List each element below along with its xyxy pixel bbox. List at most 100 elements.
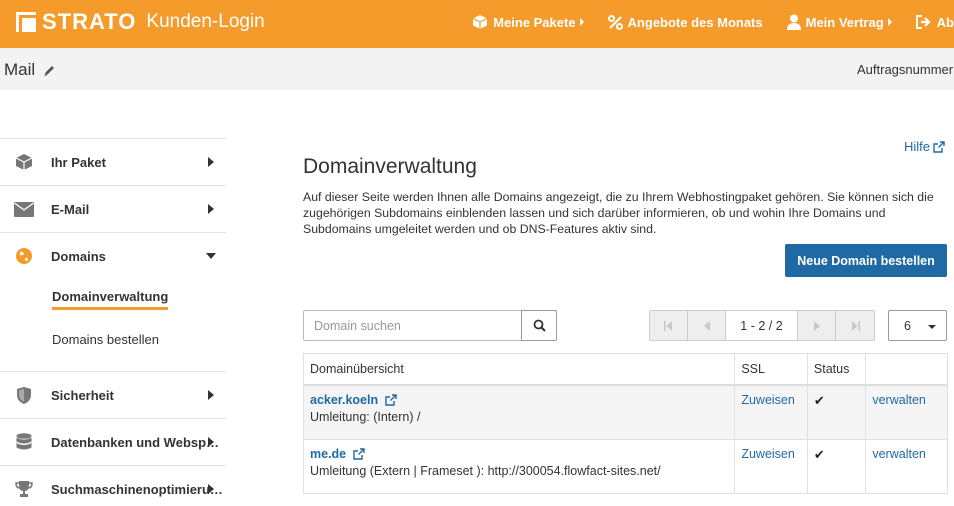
nav-meine-pakete[interactable]: Meine Pakete — [472, 14, 584, 30]
table-row: acker.koeln Umleitung: (Intern) / Zuweis… — [302, 384, 948, 440]
sidebar-item-ihr-paket[interactable]: Ihr Paket — [0, 138, 226, 185]
ssl-assign-link[interactable]: Zuweisen — [741, 393, 795, 407]
next-page-button[interactable] — [798, 311, 836, 340]
nav-abmelden[interactable]: Ab — [915, 14, 954, 30]
last-page-icon — [851, 320, 860, 331]
domain-link[interactable]: me.de — [310, 447, 728, 461]
shield-icon — [14, 385, 34, 405]
chevron-right-icon — [208, 157, 214, 167]
sidebar-subitem-domains-bestellen[interactable]: Domains bestellen — [0, 319, 226, 359]
check-icon: ✔ — [813, 446, 825, 462]
ssl-cell: Zuweisen — [734, 384, 808, 440]
help-link[interactable]: Hilfe — [904, 139, 945, 154]
table-header-row: Domainübersicht SSL Status — [302, 353, 948, 386]
table-row: me.de Umleitung (Extern | Frameset ): ht… — [302, 438, 948, 494]
ssl-cell: Zuweisen — [734, 438, 808, 494]
trophy-icon — [14, 479, 34, 499]
sidebar-item-domains[interactable]: Domains — [0, 232, 226, 279]
column-header-action — [865, 353, 948, 386]
package-name: Mail — [4, 60, 36, 79]
action-cell: verwalten — [865, 438, 948, 494]
sub-header: Mail Auftragsnummer 4 — [0, 48, 954, 90]
pencil-icon[interactable] — [43, 64, 56, 77]
domain-cell: me.de Umleitung (Extern | Frameset ): ht… — [302, 438, 736, 494]
redirect-info: Umleitung (Extern | Frameset ): http://3… — [310, 463, 661, 478]
page-size-value: 6 — [904, 318, 911, 333]
status-cell: ✔ — [806, 384, 867, 440]
redirect-info: Umleitung: (Intern) / — [310, 410, 421, 424]
domain-name: me.de — [310, 446, 347, 461]
external-link-icon — [385, 394, 397, 406]
manage-link[interactable]: verwalten — [872, 393, 926, 407]
search-button[interactable] — [521, 310, 557, 341]
chevron-down-icon — [206, 253, 216, 259]
domain-name: acker.koeln — [310, 393, 379, 407]
sidebar-subitem-domainverwaltung[interactable]: Domainverwaltung — [0, 279, 226, 319]
chevron-right-icon — [208, 390, 214, 400]
sidebar-item-label: Domains — [51, 248, 106, 264]
domains-submenu: Domainverwaltung Domains bestellen — [0, 279, 226, 371]
chevron-down-icon — [928, 325, 936, 329]
top-nav: Meine Pakete Angebote des Monats Mein Ve… — [448, 14, 954, 30]
intro-text: Auf dieser Seite werden Ihnen alle Domai… — [303, 190, 934, 236]
sidebar-item-sicherheit[interactable]: Sicherheit — [0, 371, 226, 418]
package-icon — [14, 152, 34, 172]
prev-page-icon — [703, 320, 710, 331]
subitem-label: Domains bestellen — [52, 331, 159, 347]
nav-label: Angebote des Monats — [627, 14, 763, 30]
pagination: 1 - 2 / 2 — [649, 310, 875, 341]
domain-search-input[interactable]: Domain suchen — [303, 310, 522, 341]
app-title: Kunden-Login — [146, 11, 265, 32]
user-icon — [786, 14, 801, 30]
sidebar-item-label: Sicherheit — [51, 387, 114, 403]
sidebar-item-datenbanken[interactable]: Datenbanken und Websp… — [0, 418, 226, 465]
page-range-label: 1 - 2 / 2 — [726, 311, 798, 340]
logo-text: STRATO — [42, 9, 137, 34]
strato-logo[interactable]: STRATO Kunden-Login — [16, 9, 265, 35]
nav-label: Ab — [936, 14, 954, 30]
chevron-right-icon — [208, 204, 214, 214]
ssl-assign-link[interactable]: Zuweisen — [741, 447, 795, 461]
domain-cell: acker.koeln Umleitung: (Intern) / — [302, 384, 736, 440]
status-cell: ✔ — [806, 438, 867, 494]
first-page-button[interactable] — [650, 311, 688, 340]
chevron-right-icon — [208, 437, 214, 447]
prev-page-button[interactable] — [688, 311, 726, 340]
manage-link[interactable]: verwalten — [872, 447, 926, 461]
percent-icon — [607, 14, 623, 30]
column-header-status: Status — [806, 353, 867, 386]
envelope-icon — [14, 199, 34, 219]
chevron-right-icon — [208, 484, 214, 494]
help-label: Hilfe — [904, 139, 931, 154]
order-domain-button[interactable]: Neue Domain bestellen — [785, 244, 947, 277]
top-bar: STRATO Kunden-Login Meine Pakete Angebot… — [0, 0, 954, 48]
page-size-select[interactable]: 6 — [888, 310, 947, 341]
database-icon — [14, 432, 34, 452]
package-title: Mail — [4, 60, 56, 80]
external-link-icon — [353, 447, 365, 460]
strato-logo-icon — [16, 12, 36, 32]
sidebar-item-seo[interactable]: Suchmaschinenoptimieru… — [0, 465, 226, 506]
next-page-icon — [813, 320, 820, 331]
action-cell: verwalten — [865, 384, 948, 440]
column-header-domain: Domainübersicht — [302, 353, 736, 386]
chevron-right-icon — [579, 18, 584, 26]
check-icon: ✔ — [813, 393, 825, 408]
sidebar-item-email[interactable]: E-Mail — [0, 185, 226, 232]
domain-table: Domainübersicht SSL Status acker.koeln U… — [302, 353, 948, 494]
nav-mein-vertrag[interactable]: Mein Vertrag — [786, 14, 892, 30]
nav-angebote[interactable]: Angebote des Monats — [607, 14, 763, 30]
subitem-label: Domainverwaltung — [52, 289, 169, 310]
logout-icon — [915, 15, 931, 29]
order-number: Auftragsnummer 4 — [857, 62, 954, 77]
globe-icon — [14, 246, 34, 266]
last-page-button[interactable] — [836, 311, 874, 340]
nav-label: Mein Vertrag — [805, 14, 884, 30]
external-link-icon — [933, 140, 945, 153]
domain-link[interactable]: acker.koeln — [310, 393, 728, 407]
chevron-right-icon — [887, 18, 892, 26]
first-page-icon — [664, 320, 672, 331]
column-header-ssl: SSL — [734, 353, 808, 386]
sidebar-item-label: Ihr Paket — [51, 154, 106, 170]
sidebar-item-label: E-Mail — [51, 201, 90, 217]
